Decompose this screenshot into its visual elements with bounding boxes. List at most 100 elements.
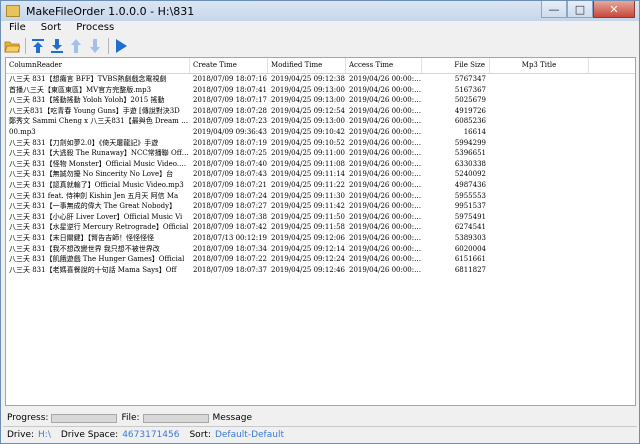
move-down-icon [90,38,100,53]
cell-access-time: 2019/04/26 00:00:00 [349,96,422,105]
menu-process[interactable]: Process [68,21,121,35]
cell-create-time: 2018/07/09 18:07:37 [193,265,268,274]
cell-access-time: 2019/04/26 00:00:00 [349,85,422,94]
file-list[interactable]: ColumnReader Create Time Modified Time A… [5,57,636,406]
cell-access-time: 2019/04/26 00:00:00 [349,159,422,168]
column-header-access-time[interactable]: Access Time [346,58,422,73]
cell-mp3-title [490,95,589,106]
cell-create-time: 2018/07/09 18:07:16 [193,75,268,83]
move-top-button[interactable] [29,37,47,55]
column-header-create-time[interactable]: Create Time [190,58,268,73]
column-header-name[interactable]: ColumnReader [6,58,190,73]
cell-file-size: 5767347 [454,75,486,83]
maximize-icon: □ [574,2,586,16]
cell-access-time: 2019/04/26 00:00:00 [349,127,422,136]
cell-name: 八三夭 831【一事無成的偉大 The Great Nobody】 [9,202,177,211]
cell-access-time: 2019/04/26 00:00:00 [349,75,422,83]
drive-space-label: Drive Space: [60,430,119,440]
minimize-icon: — [548,2,560,16]
cell-access-time: 2019/04/26 00:00:00 [349,170,422,179]
cell-access-time: 2019/04/26 00:00:00 [349,212,422,221]
cell-modified-time: 2019/04/25 09:10:42 [271,127,346,136]
table-row[interactable]: 八三夭 831【無誠勿擾 No Sincerity No Love】台 2018/… [6,169,589,180]
cell-name: 八三夭 831【大逃殺 The Runaway】NCC常播聯 Official [9,149,190,158]
maximize-button[interactable]: □ [567,1,593,18]
table-row[interactable]: 八三夭 831【老媽喜餐說的十句話 Mama Says】Off 2018/07/0… [6,265,589,276]
sort-value: Default-Default [214,430,284,440]
table-row[interactable]: 八三夭 831【我不想改變世界 我只想不被世界改 2018/07/09 18:07… [6,244,589,255]
cell-modified-time: 2019/04/25 09:13:00 [271,85,346,94]
table-row[interactable]: 八三夭 831【認真就輸了】Official Music Video.mp3 20… [6,180,589,191]
run-button[interactable] [112,37,130,55]
cell-access-time: 2019/04/26 00:00:00 [349,191,422,200]
cell-mp3-title [490,74,589,85]
move-down-button[interactable] [86,37,104,55]
move-up-button[interactable] [67,37,85,55]
column-header-mp3-title[interactable]: Mp3 Title [490,58,589,73]
table-row[interactable]: 八三夭 831【飢餓遊戲 The Hunger Games】Official 20… [6,254,589,265]
cell-create-time: 2018/07/09 18:07:38 [193,212,268,221]
cell-name: 00.mp3 [9,127,36,136]
cell-create-time: 2018/07/09 18:07:17 [193,96,268,105]
cell-name: 八三夭 831【想癱言 BFF】TVBS熱劇戲念電視劇 [9,75,167,83]
cell-mp3-title [490,222,589,233]
table-row[interactable]: 00.mp3 2019/04/09 09:36:43 2019/04/25 09:1… [6,127,589,138]
cell-modified-time: 2019/04/25 09:11:00 [271,149,346,158]
cell-mp3-title [490,233,589,244]
cell-file-size: 5025679 [454,96,486,105]
cell-mp3-title [490,191,589,202]
toolbar-separator [25,37,26,54]
table-row[interactable]: 八三夭 831【想癱言 BFF】TVBS熱劇戲念電視劇 2018/07/09 18… [6,74,589,85]
cell-create-time: 2019/04/09 09:36:43 [193,127,268,136]
table-row[interactable]: 八三夭 831【怪物 Monster】Official Music Video.… [6,159,589,170]
menu-sort[interactable]: Sort [33,21,69,35]
cell-modified-time: 2019/04/25 09:12:14 [271,244,346,253]
minimize-button[interactable]: — [541,1,567,18]
message-label: Message [212,413,252,423]
cell-access-time: 2019/04/26 00:00:00 [349,106,422,115]
cell-modified-time: 2019/04/25 09:10:52 [271,138,346,147]
close-button[interactable]: ✕ [593,1,635,18]
cell-modified-time: 2019/04/25 09:11:50 [271,212,346,221]
cell-create-time: 2018/07/09 18:07:21 [193,180,268,189]
run-icon [116,38,127,53]
table-row[interactable]: 八三夭 831【末日關鍵】【腎告吉師！怪怪怪怪 2018/07/13 00:12:… [6,233,589,244]
cell-modified-time: 2019/04/25 09:11:14 [271,170,346,179]
table-row[interactable]: 八三夭 831【一事無成的偉大 The Great Nobody】 2018/07… [6,201,589,212]
table-header: ColumnReader Create Time Modified Time A… [6,58,635,74]
cell-mp3-title [490,265,589,276]
table-row[interactable]: 八三夭 831 feat. 侍神劍 Kishin Jen 五月天 阿信 Ma 20… [6,191,589,202]
table-row[interactable]: 八三夭 831【小心肝 Liver Lover】Official Music V… [6,212,589,223]
table-row[interactable]: 八三夭 831【大逃殺 The Runaway】NCC常播聯 Official 2… [6,148,589,159]
cell-file-size: 6811827 [454,265,486,274]
cell-file-size: 6330338 [454,159,486,168]
cell-access-time: 2019/04/26 00:00:00 [349,265,422,274]
cell-modified-time: 2019/04/25 09:13:00 [271,96,346,105]
table-row[interactable]: 八三夭 831【搖動搖動 Yoloh Yoloh】2015 搖動 2018/07/… [6,95,589,106]
menu-file[interactable]: File [1,21,33,35]
table-row[interactable]: 首播八三夭【東區東區】MV官方完整版.mp3 2018/07/09 18:07:4… [6,85,589,96]
cell-file-size: 6274541 [454,223,486,232]
title-bar[interactable]: MakeFileOrder 1.0.0.0 - H:\831 — □ ✕ [1,1,639,21]
cell-modified-time: 2019/04/25 09:12:06 [271,233,346,242]
table-row[interactable]: 八三夭831【吃青春 Young Guns】手遊 [傳說對決3D 2018/07/… [6,106,589,117]
cell-file-size: 4919726 [454,106,486,115]
table-row[interactable]: 鄭秀文 Sammi Cheng x 八三夭831【最與色 Dream PLUS 2… [6,116,589,127]
cell-mp3-title [490,244,589,255]
cell-name: 八三夭 831【老媽喜餐說的十句話 Mama Says】Off [9,265,177,274]
cell-mp3-title [490,212,589,223]
cell-create-time: 2018/07/09 18:07:28 [193,106,268,115]
table-row[interactable]: 八三夭 831【水星逆行 Mercury Retrograde】Official… [6,222,589,233]
drive-space-value: 4673171456 [122,430,180,440]
column-header-modified-time[interactable]: Modified Time [268,58,346,73]
cell-file-size: 6020004 [454,244,486,253]
table-row[interactable]: 八三夭 831【刀劍如夢2.0】《倚天屠龍記》手遊 2018/07/09 18:0… [6,138,589,149]
move-top-icon [32,38,44,53]
move-bottom-button[interactable] [48,37,66,55]
cell-mp3-title [490,201,589,212]
column-header-file-size[interactable]: File Size [422,58,490,73]
cell-modified-time: 2019/04/25 09:12:38 [271,75,346,83]
open-folder-button[interactable] [3,37,21,55]
move-up-icon [71,38,81,53]
cell-create-time: 2018/07/09 18:07:43 [193,170,268,179]
